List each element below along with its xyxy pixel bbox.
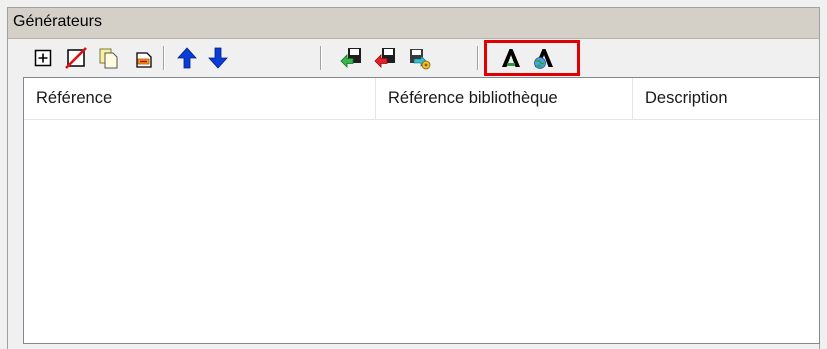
properties-button[interactable] (131, 45, 157, 71)
properties-icon (136, 52, 152, 68)
generator-web-icon (534, 49, 553, 69)
generator-web-button[interactable] (531, 45, 557, 71)
table-header: Référence Référence bibliothèque Descrip… (24, 78, 819, 120)
column-header-description[interactable]: Description (633, 78, 819, 119)
copy-icon (99, 48, 118, 69)
arrow-up-icon (177, 47, 197, 69)
generators-table[interactable]: Référence Référence bibliothèque Descrip… (23, 77, 820, 344)
delete-icon (65, 47, 87, 69)
export-button[interactable] (372, 45, 398, 71)
import-icon (340, 48, 361, 68)
copy-button[interactable] (96, 45, 122, 71)
import-button[interactable] (338, 45, 364, 71)
new-document-icon (34, 49, 52, 67)
panel-title: Générateurs (13, 13, 102, 30)
update-icon (410, 49, 431, 70)
export-icon (374, 48, 395, 68)
toolbar (8, 39, 819, 77)
move-down-button[interactable] (205, 45, 231, 71)
move-up-button[interactable] (174, 45, 200, 71)
generator-icon (502, 49, 520, 67)
toolbar-separator (320, 46, 321, 70)
update-button[interactable] (407, 45, 433, 71)
new-button[interactable] (30, 45, 56, 71)
generators-panel: Générateurs Référence Référence biblioth… (7, 7, 820, 349)
column-header-reference[interactable]: Référence (24, 78, 376, 119)
generator-button[interactable] (498, 45, 524, 71)
toolbar-separator (163, 46, 164, 70)
delete-button[interactable] (63, 45, 89, 71)
panel-titlebar: Générateurs (8, 8, 819, 39)
arrow-down-icon (208, 47, 228, 69)
column-header-library-reference[interactable]: Référence bibliothèque (376, 78, 632, 119)
toolbar-separator (477, 46, 478, 70)
